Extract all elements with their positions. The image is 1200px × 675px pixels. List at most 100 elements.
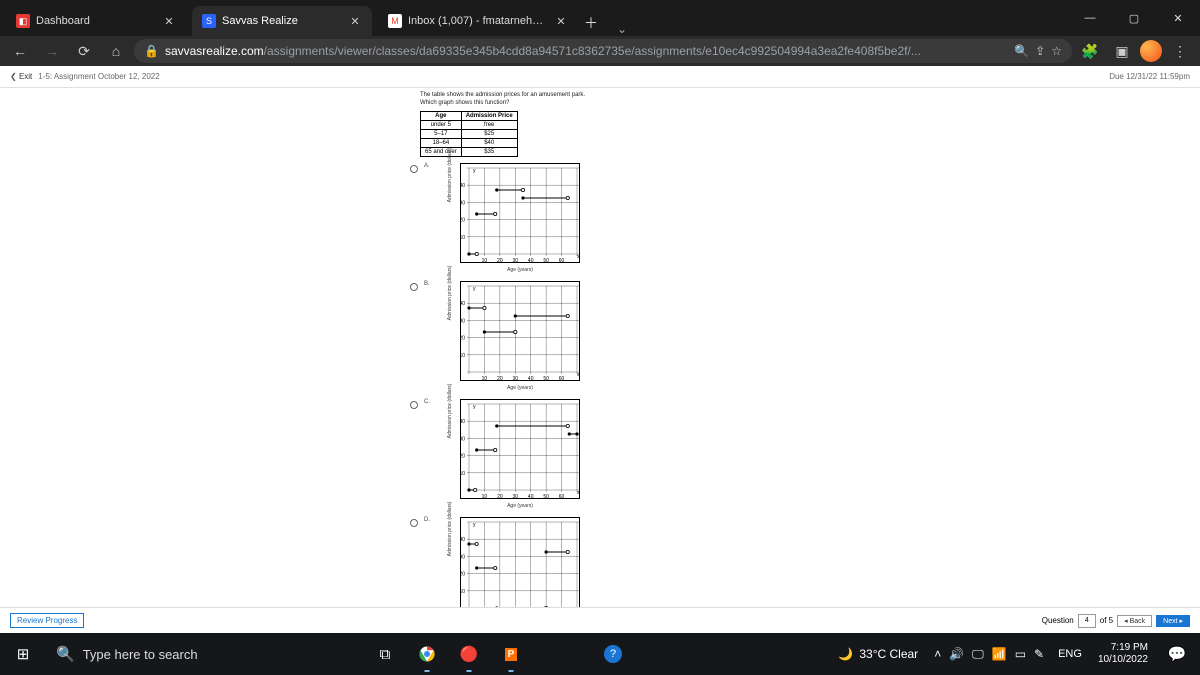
svg-text:50: 50 [543,494,549,500]
profile-avatar[interactable] [1140,40,1162,62]
taskbar-help-icon[interactable]: ? [592,634,634,674]
nav-forward-button[interactable]: → [38,38,66,64]
close-icon[interactable]: ✕ [348,14,362,28]
question-number-input[interactable]: 4 [1078,614,1096,628]
window-close-icon[interactable]: ✕ [1156,0,1200,36]
browser-toolbar: ← → ⟳ ⌂ 🔒 savvasrealize.com/assignments/… [0,36,1200,66]
svg-text:40: 40 [461,537,465,543]
system-tray: ˄ 🔊 🖵 📶 ▭ ✎ [928,647,1050,662]
svg-text:10: 10 [461,234,465,240]
browser-tab-2[interactable]: M Inbox (1,007) - fmatarneh2018@ ✕ [378,6,578,36]
question-label: Question [1042,616,1074,625]
option-label: B. [424,281,434,381]
next-button[interactable]: Next ▸ [1156,615,1190,627]
svg-text:10: 10 [461,470,465,476]
side-panel-icon[interactable]: ▣ [1108,38,1136,64]
svg-text:y: y [473,522,476,528]
language-indicator[interactable]: ENG [1050,648,1090,660]
window-maximize-icon[interactable]: ▢ [1112,0,1156,36]
taskbar-clock[interactable]: 7:19 PM 10/10/2022 [1090,642,1156,666]
tray-volume-icon[interactable]: 🔊 [949,647,964,661]
svg-text:60: 60 [559,376,565,382]
start-button[interactable]: ⊞ [2,634,44,674]
taskbar-app-chrome[interactable] [406,634,448,674]
notifications-icon[interactable]: 💬 [1156,634,1198,674]
tray-battery-icon[interactable]: ▭ [1015,647,1026,661]
svg-text:30: 30 [461,436,465,442]
app-header: ❮ Exit 1-5: Assignment October 12, 2022 … [0,66,1200,88]
radio-icon[interactable] [410,519,418,527]
bookmark-icon[interactable]: ☆ [1051,44,1062,58]
th-price: Admission Price [461,111,517,120]
address-bar[interactable]: 🔒 savvasrealize.com/assignments/viewer/c… [134,39,1072,63]
svg-text:10: 10 [482,494,488,500]
answer-option-1[interactable]: B. Admission price (dollars) y x 1020304… [410,281,790,381]
svg-text:10: 10 [482,258,488,264]
svg-text:30: 30 [461,200,465,206]
taskbar-right: 🌙 33°C Clear ˄ 🔊 🖵 📶 ▭ ✎ ENG 7:19 PM 10/… [828,633,1198,675]
svg-text:10: 10 [482,376,488,382]
tab-favicon-2: M [388,14,402,28]
tray-pen-icon[interactable]: ✎ [1034,647,1044,661]
taskbar-app-1[interactable]: 🔴 [448,634,490,674]
option-graph: y x 10203040506010203040 [460,399,580,499]
question-footer: Review Progress Question 4 of 5 ◂ Back N… [0,607,1200,633]
answer-option-3[interactable]: D. Admission price (dollars) y x 1020304… [410,517,790,617]
table-row: under 5free [421,120,518,129]
svg-text:40: 40 [461,301,465,307]
url-path: /assignments/viewer/classes/da69335e345b… [264,44,921,58]
close-icon[interactable]: ✕ [554,14,568,28]
option-label: D. [424,517,434,617]
browser-tab-0[interactable]: ◧ Dashboard ✕ [6,6,186,36]
x-axis-title: Age (years) [507,267,533,273]
task-view-button[interactable]: ⧉ [364,634,406,674]
nav-reload-button[interactable]: ⟳ [70,38,98,64]
window-controls: — ▢ ✕ [1068,0,1200,36]
zoom-icon[interactable]: 🔍 [1014,44,1029,58]
option-label: A. [424,163,434,263]
y-axis-title: Admission price (dollars) [447,147,453,202]
new-tab-button[interactable]: ＋ [578,10,604,36]
radio-icon[interactable] [410,283,418,291]
svg-text:10: 10 [461,588,465,594]
radio-icon[interactable] [410,165,418,173]
back-button[interactable]: ◂ Back [1117,615,1152,627]
svg-text:x: x [577,372,580,378]
question-of-label: of 5 [1100,616,1113,625]
close-icon[interactable]: ✕ [162,14,176,28]
clock-time: 7:19 PM [1111,642,1148,654]
extensions-icon[interactable]: 🧩 [1076,38,1104,64]
tray-wifi-icon[interactable]: 📶 [992,647,1007,661]
answer-option-2[interactable]: C. Admission price (dollars) y x 1020304… [410,399,790,499]
svg-text:40: 40 [461,419,465,425]
search-icon: 🔍 [56,645,75,663]
answer-option-0[interactable]: A. Admission price (dollars) y x 1020304… [410,163,790,263]
review-progress-button[interactable]: Review Progress [10,613,84,628]
exit-link[interactable]: ❮ Exit [10,72,32,81]
tab-title-1: Savvas Realize [222,15,342,27]
svg-text:x: x [577,490,580,496]
nav-back-button[interactable]: ← [6,38,34,64]
th-age: Age [421,111,462,120]
tab-favicon-0: ◧ [16,14,30,28]
svg-text:20: 20 [461,335,465,341]
tab-title-0: Dashboard [36,15,156,27]
window-minimize-icon[interactable]: — [1068,0,1112,36]
weather-widget[interactable]: 🌙 33°C Clear [828,647,928,661]
tabs-dropdown-icon[interactable]: ⌄ [604,22,640,36]
tray-display-icon[interactable]: 🖵 [972,647,984,662]
browser-tab-1[interactable]: S Savvas Realize ✕ [192,6,372,36]
question-page: The table shows the admission prices for… [410,88,790,633]
taskbar-app-2[interactable]: P [490,634,532,674]
clock-date: 10/10/2022 [1098,654,1148,666]
weather-text: 33°C Clear [859,647,918,661]
radio-icon[interactable] [410,401,418,409]
nav-home-button[interactable]: ⌂ [102,38,130,64]
option-graph: y x 10203040506010203040 [460,163,580,263]
tray-chevron-icon[interactable]: ˄ [934,647,941,661]
svg-text:40: 40 [528,258,534,264]
taskbar-search[interactable]: 🔍 Type here to search [44,634,364,674]
share-icon[interactable]: ⇪ [1035,44,1045,58]
menu-icon[interactable]: ⋮ [1166,38,1194,64]
x-axis-title: Age (years) [507,385,533,391]
